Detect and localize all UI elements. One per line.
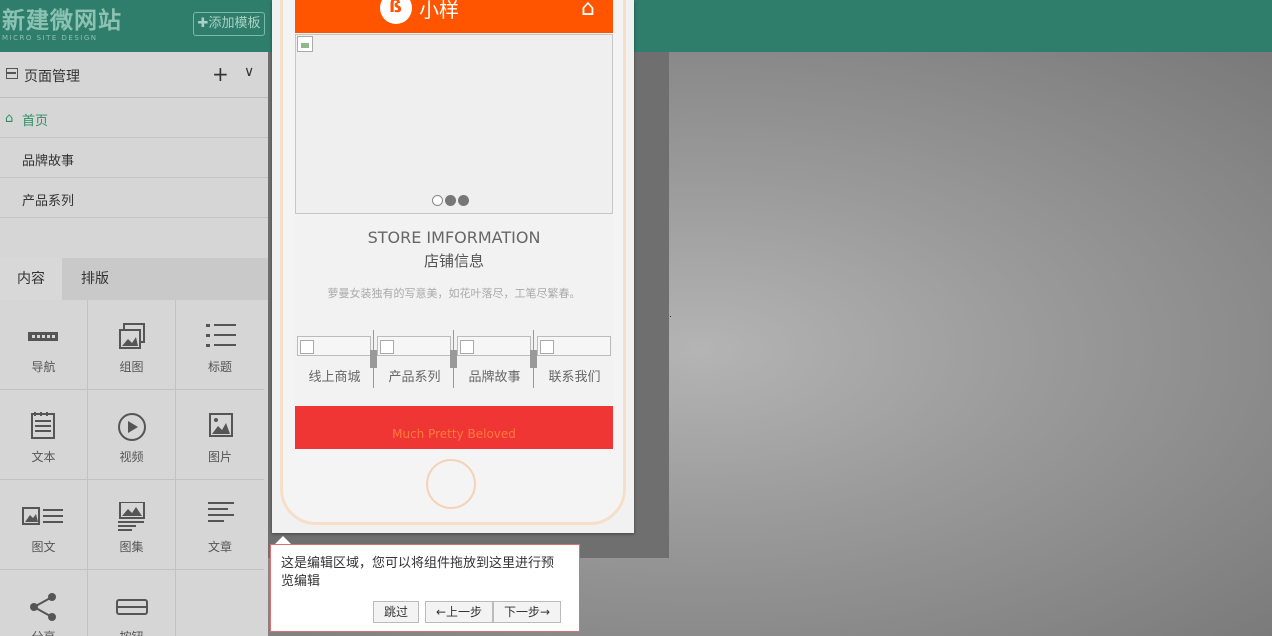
nav-item-label: 联系我们 bbox=[548, 370, 601, 385]
nav-item-contact-us[interactable]: 联系我们 bbox=[535, 330, 613, 390]
add-page-button[interactable]: + bbox=[212, 62, 229, 86]
prev-step-button[interactable]: ←上一步 bbox=[425, 601, 493, 623]
broken-image-icon bbox=[537, 336, 611, 356]
broken-image-icon bbox=[297, 36, 313, 52]
gallery-icon bbox=[88, 322, 175, 352]
component-label: 标题 bbox=[207, 360, 232, 374]
home-icon: ⌂ bbox=[5, 111, 14, 126]
brand-tagline: MICRO SITE DESIGN bbox=[2, 34, 98, 42]
tooltip-text: 这是编辑区域，您可以将组件拖放到这里进行预览编辑 bbox=[281, 556, 555, 589]
next-step-button[interactable]: 下一步→ bbox=[493, 601, 561, 623]
add-template-button[interactable]: ✚添加模板 bbox=[193, 12, 265, 36]
left-sidebar: 页面管理 + ∨ ⌂ 首页 品牌故事 产品系列 内容 排版 导航 组图 标题 文… bbox=[0, 52, 268, 636]
home-icon[interactable]: ⌂ bbox=[581, 0, 595, 21]
app-logo-icon bbox=[380, 0, 412, 24]
tooltip-arrow bbox=[275, 536, 291, 544]
text-icon bbox=[0, 412, 87, 442]
brand-name: 新建微网站 bbox=[2, 8, 122, 34]
page-item-home[interactable]: ⌂ 首页 bbox=[0, 98, 268, 138]
image-text-icon bbox=[0, 502, 87, 532]
top-header: 新建微网站 MICRO SITE DESIGN ✚添加模板 bbox=[0, 0, 1272, 52]
nav-item-label: 品牌故事 bbox=[468, 370, 521, 385]
component-image-text[interactable]: 图文 bbox=[0, 480, 88, 570]
component-image[interactable]: 图片 bbox=[176, 390, 264, 480]
resize-handle[interactable] bbox=[450, 330, 457, 388]
brand-logo: 新建微网站 MICRO SITE DESIGN bbox=[2, 8, 122, 42]
resize-handle[interactable] bbox=[370, 330, 377, 388]
nav-item-online-mall[interactable]: 线上商城 bbox=[295, 330, 374, 390]
page-item-label: 首页 bbox=[22, 114, 49, 129]
component-label: 组图 bbox=[119, 360, 144, 374]
component-share[interactable]: 分享 bbox=[0, 570, 88, 636]
share-icon bbox=[0, 592, 87, 622]
list-icon bbox=[176, 322, 264, 352]
guide-tooltip: 这是编辑区域，您可以将组件拖放到这里进行预览编辑 跳过 ←上一步 下一步→ bbox=[270, 544, 580, 632]
app-title: 小样 bbox=[419, 0, 459, 22]
component-grid: 导航 组图 标题 文本 视频 图片 图文 图集 文章 bbox=[0, 300, 268, 636]
component-article[interactable]: 文章 bbox=[176, 480, 264, 570]
page-management-title: 页面管理 bbox=[24, 69, 80, 85]
button-icon bbox=[88, 592, 175, 622]
component-nav[interactable]: 导航 bbox=[0, 300, 88, 390]
skip-button[interactable]: 跳过 bbox=[373, 601, 419, 623]
tab-content[interactable]: 内容 bbox=[0, 258, 62, 300]
tab-layout[interactable]: 排版 bbox=[62, 258, 128, 300]
component-label: 分享 bbox=[0, 628, 87, 636]
component-label: 文章 bbox=[207, 540, 232, 554]
component-video[interactable]: 视频 bbox=[88, 390, 176, 480]
page-management-header: 页面管理 + ∨ bbox=[0, 52, 268, 98]
component-label: 文本 bbox=[31, 450, 56, 464]
slider-dots bbox=[432, 195, 471, 210]
cursor-dot bbox=[670, 316, 671, 317]
component-gallery[interactable]: 组图 bbox=[88, 300, 176, 390]
phone-home-key bbox=[426, 459, 476, 509]
component-text[interactable]: 文本 bbox=[0, 390, 88, 480]
broken-image-icon bbox=[297, 336, 371, 356]
component-title[interactable]: 标题 bbox=[176, 300, 264, 390]
banner-slider[interactable] bbox=[295, 34, 613, 214]
slider-dot[interactable] bbox=[432, 195, 443, 206]
footer-banner[interactable]: Much Pretty Beloved bbox=[295, 406, 613, 449]
resize-handle[interactable] bbox=[530, 330, 537, 388]
app-header: 小样 ⌂ bbox=[295, 0, 613, 33]
component-button[interactable]: 按钮 bbox=[88, 570, 176, 636]
page-management-panel: 页面管理 + ∨ ⌂ 首页 品牌故事 产品系列 bbox=[0, 52, 268, 258]
store-description: 萝曼女装独有的写意美，如花叶落尽，工笔尽繁春。 bbox=[327, 287, 581, 300]
component-label: 导航 bbox=[31, 360, 56, 374]
nav-item-brand-story[interactable]: 品牌故事 bbox=[455, 330, 534, 390]
chevron-down-icon[interactable]: ∨ bbox=[244, 64, 254, 80]
component-label: 视频 bbox=[119, 450, 144, 464]
phone-screen[interactable]: 小样 ⌂ STORE IMFORMATION 店铺信息 萝曼女装独有的写意美，如… bbox=[295, 0, 613, 449]
page-item-label: 品牌故事 bbox=[22, 154, 75, 169]
page-item-label: 产品系列 bbox=[22, 194, 75, 209]
page-item-product-series[interactable]: 产品系列 bbox=[0, 178, 268, 218]
image-icon bbox=[176, 412, 264, 442]
nav-icon bbox=[0, 322, 87, 352]
album-icon bbox=[88, 501, 175, 532]
page-item-brand-story[interactable]: 品牌故事 bbox=[0, 138, 268, 178]
play-icon bbox=[88, 412, 175, 442]
store-title: STORE IMFORMATION bbox=[367, 228, 541, 247]
page-list-icon bbox=[6, 68, 18, 79]
phone-nav-row: 线上商城 产品系列 品牌故事 联系我们 bbox=[295, 330, 613, 390]
slider-dot[interactable] bbox=[458, 195, 469, 206]
component-label: 图片 bbox=[207, 450, 232, 464]
broken-image-icon bbox=[457, 336, 531, 356]
footer-text: Much Pretty Beloved bbox=[392, 427, 516, 441]
sidebar-tabs: 内容 排版 bbox=[0, 258, 268, 300]
article-icon bbox=[176, 502, 264, 532]
slider-dot[interactable] bbox=[445, 195, 456, 206]
broken-image-icon bbox=[377, 336, 451, 356]
component-album[interactable]: 图集 bbox=[88, 480, 176, 570]
component-label: 图文 bbox=[31, 540, 56, 554]
component-label: 按钮 bbox=[88, 628, 175, 636]
nav-item-label: 产品系列 bbox=[388, 370, 441, 385]
component-label: 图集 bbox=[119, 540, 144, 554]
store-subtitle: 店铺信息 bbox=[423, 252, 484, 270]
nav-item-product-series[interactable]: 产品系列 bbox=[375, 330, 454, 390]
nav-item-label: 线上商城 bbox=[308, 370, 361, 385]
